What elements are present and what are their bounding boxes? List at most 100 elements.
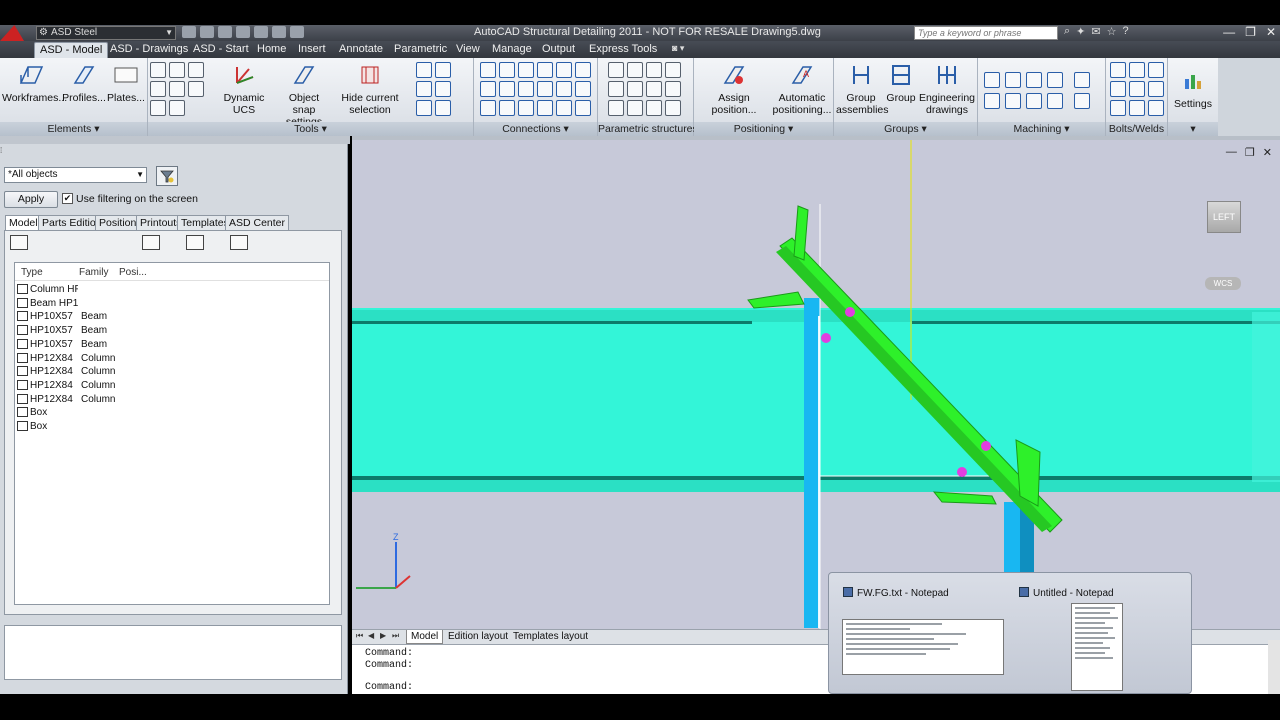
parametric-icon[interactable] bbox=[665, 100, 681, 116]
tool-icon[interactable] bbox=[435, 62, 451, 78]
bolt-icon[interactable] bbox=[1110, 62, 1126, 78]
minimize-icon[interactable]: — bbox=[1223, 25, 1235, 39]
machining-icon[interactable] bbox=[1047, 93, 1063, 109]
connection-icon[interactable] bbox=[480, 81, 496, 97]
machining-icon[interactable] bbox=[1074, 93, 1090, 109]
beam-filter-icon[interactable] bbox=[54, 235, 72, 250]
hide-current-selection-button[interactable]: Hide current selection bbox=[338, 62, 402, 116]
parametric-icon[interactable] bbox=[646, 81, 662, 97]
machining-icon[interactable] bbox=[984, 72, 1000, 88]
tool-icon[interactable] bbox=[416, 62, 432, 78]
subscription-icon[interactable]: ✦ bbox=[1076, 25, 1085, 41]
list-item[interactable]: Box bbox=[17, 421, 78, 434]
panel-title-settings[interactable]: ▾ bbox=[1168, 122, 1218, 136]
ribbon-minimize-icon[interactable]: ◙ ▾ bbox=[672, 43, 684, 54]
panel-title-machining[interactable]: Machining ▾ bbox=[978, 122, 1105, 136]
connection-icon[interactable] bbox=[537, 100, 553, 116]
workspace-selector[interactable]: ⚙ ASD Steel ▼ bbox=[36, 26, 176, 40]
tab-asd-model[interactable]: ASD - Model bbox=[34, 42, 109, 58]
plate-filter-icon[interactable] bbox=[32, 235, 50, 250]
next-layout-icon[interactable]: ▶ bbox=[380, 631, 390, 642]
model-viewport[interactable]: Z bbox=[352, 140, 1280, 630]
group-assemblies-button[interactable]: Group assemblies bbox=[836, 62, 889, 116]
tool-icon[interactable] bbox=[416, 81, 432, 97]
machining-icon[interactable] bbox=[984, 93, 1000, 109]
weld-filter-icon[interactable] bbox=[142, 235, 160, 250]
bolt-icon[interactable] bbox=[1129, 62, 1145, 78]
connection-icon[interactable] bbox=[556, 62, 572, 78]
preview-title-2[interactable]: Untitled - Notepad bbox=[1019, 587, 1114, 599]
tool-icon[interactable] bbox=[435, 81, 451, 97]
tab-annotate[interactable]: Annotate bbox=[334, 42, 388, 58]
connection-icon[interactable] bbox=[518, 81, 534, 97]
weld-icon[interactable] bbox=[1110, 100, 1126, 116]
panel-title-groups[interactable]: Groups ▾ bbox=[834, 122, 977, 136]
tool-icon[interactable] bbox=[435, 100, 451, 116]
group-button[interactable]: Group bbox=[886, 62, 916, 104]
list-item[interactable]: HP10X57 Beam bbox=[17, 311, 107, 324]
preview-thumbnail-2[interactable] bbox=[1071, 603, 1123, 691]
bolt-filter-icon[interactable] bbox=[120, 235, 138, 250]
tab-output[interactable]: Output bbox=[537, 42, 580, 58]
settings-button[interactable]: Settings bbox=[1170, 68, 1216, 110]
parametric-icon[interactable] bbox=[627, 81, 643, 97]
all-filter-icon[interactable] bbox=[230, 235, 248, 250]
command-scrollbar[interactable] bbox=[1268, 640, 1280, 694]
parametric-icon[interactable] bbox=[627, 62, 643, 78]
list-item[interactable]: HP12X84 Column bbox=[17, 379, 115, 393]
tab-express-tools[interactable]: Express Tools bbox=[584, 42, 662, 58]
panel-title-parametric[interactable]: Parametric structures bbox=[598, 122, 698, 136]
layout-tab-templates[interactable]: Templates layout bbox=[509, 630, 592, 644]
engineering-drawings-button[interactable]: Engineering drawings bbox=[918, 62, 976, 116]
list-item[interactable]: HP12X84 Column bbox=[17, 393, 115, 407]
machining-icon[interactable] bbox=[1074, 72, 1090, 88]
panel-title-elements[interactable]: Elements ▾ bbox=[0, 122, 147, 136]
connection-icon[interactable] bbox=[537, 81, 553, 97]
maximize-icon[interactable]: ❐ bbox=[1245, 25, 1256, 39]
weld-icon[interactable] bbox=[1129, 100, 1145, 116]
close-icon[interactable]: ✕ bbox=[1266, 25, 1276, 39]
dynamic-ucs-button[interactable]: Dynamic UCS bbox=[212, 62, 276, 116]
connection-icon[interactable] bbox=[537, 62, 553, 78]
parametric-icon[interactable] bbox=[608, 100, 624, 116]
parametric-icon[interactable] bbox=[665, 62, 681, 78]
bolt-icon[interactable] bbox=[1148, 81, 1164, 97]
plates-button[interactable]: Plates... bbox=[106, 62, 146, 104]
connection-icon[interactable] bbox=[499, 81, 515, 97]
save-icon[interactable] bbox=[218, 26, 232, 38]
connection-icon[interactable] bbox=[575, 62, 591, 78]
panel-title-connections[interactable]: Connections ▾ bbox=[474, 122, 597, 136]
layout-tab-edition[interactable]: Edition layout bbox=[444, 630, 512, 644]
list-item[interactable]: Column HP bbox=[17, 284, 78, 297]
weld-icon[interactable] bbox=[1148, 100, 1164, 116]
profile-filter-icon[interactable] bbox=[10, 235, 28, 250]
communication-icon[interactable]: ✉ bbox=[1091, 25, 1100, 41]
first-layout-icon[interactable]: ⏮ bbox=[356, 631, 366, 642]
app-menu-button[interactable] bbox=[0, 25, 24, 41]
print-icon[interactable] bbox=[290, 26, 304, 38]
frame-filter-icon[interactable] bbox=[208, 235, 226, 250]
preview-thumbnail-1[interactable] bbox=[842, 619, 1004, 675]
tab-home[interactable]: Home bbox=[252, 42, 291, 58]
connection-icon[interactable] bbox=[518, 100, 534, 116]
layout-tab-model[interactable]: Model bbox=[406, 630, 444, 644]
machining-icon[interactable] bbox=[1047, 72, 1063, 88]
prev-layout-icon[interactable]: ◀ bbox=[368, 631, 378, 642]
machining-icon[interactable] bbox=[1026, 93, 1042, 109]
viewcube[interactable]: LEFT bbox=[1207, 201, 1241, 233]
search-input[interactable]: Type a keyword or phrase bbox=[914, 26, 1058, 40]
apply-button[interactable]: Apply bbox=[4, 191, 58, 208]
bolt-icon[interactable] bbox=[1110, 81, 1126, 97]
connection-icon[interactable] bbox=[556, 100, 572, 116]
redo-icon[interactable] bbox=[272, 26, 286, 38]
panel-title-positioning[interactable]: Positioning ▾ bbox=[694, 122, 833, 136]
wcs-menu[interactable]: WCS bbox=[1205, 277, 1241, 290]
connection-icon[interactable] bbox=[499, 100, 515, 116]
filter-select[interactable]: *All objects ▼ bbox=[4, 167, 147, 183]
command-prompt[interactable]: Command: bbox=[365, 682, 413, 693]
connection-icon[interactable] bbox=[575, 100, 591, 116]
parametric-icon[interactable] bbox=[627, 100, 643, 116]
list-item[interactable]: Beam HP10 bbox=[17, 297, 78, 311]
parametric-icon[interactable] bbox=[665, 81, 681, 97]
machining-icon[interactable] bbox=[1005, 93, 1021, 109]
